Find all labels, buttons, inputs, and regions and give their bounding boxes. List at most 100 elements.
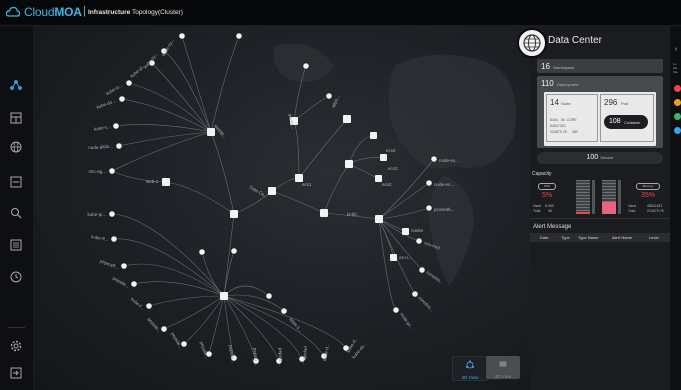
service-pill[interactable]: 100 Service xyxy=(537,152,663,164)
2d-view-button[interactable]: 2D View xyxy=(452,356,488,381)
normal-dot[interactable] xyxy=(674,113,681,120)
settings-icon[interactable] xyxy=(9,339,23,353)
topology-hubs xyxy=(162,115,409,300)
topology-node xyxy=(415,237,423,245)
mem-value: 224679.78 xyxy=(550,130,567,134)
3d-view-button[interactable]: 3D View xyxy=(486,356,520,379)
pod-count: 296 xyxy=(604,98,618,107)
node-card[interactable]: 14 Node 6404 36 CORE 84017320 224679.78 … xyxy=(544,92,656,146)
list-icon[interactable] xyxy=(9,238,23,252)
topology-graph[interactable]: Data Ce... wasdp... web-1 ecs1 docka... … xyxy=(34,26,530,390)
cpu-unit: CORE xyxy=(566,118,577,122)
topology-node xyxy=(230,247,238,255)
data-center-header: Data Center xyxy=(517,26,670,58)
topology-canvas[interactable]: Data Ce... wasdp... web-1 ecs1 docka... … xyxy=(34,26,530,390)
service-label: Service xyxy=(600,155,614,160)
hub-label: os-n... xyxy=(399,255,412,260)
topology-node xyxy=(392,306,400,314)
pod-box[interactable]: 296 Pod 108 Container xyxy=(600,94,654,142)
leaf-label: node-ex... xyxy=(439,158,459,163)
topology-node xyxy=(425,204,433,212)
brand-logo[interactable]: CloudMOA xyxy=(24,5,82,19)
topology-hub xyxy=(268,187,276,195)
logout-icon[interactable] xyxy=(9,366,23,380)
brand-suffix: MOA xyxy=(54,5,82,19)
leaf-label: node-e... xyxy=(88,145,106,150)
topology-node xyxy=(198,248,206,256)
mem-row: 84017320 xyxy=(550,124,566,128)
leaf-label: coredns... xyxy=(417,295,435,313)
hub-label: wasdp... xyxy=(213,123,228,139)
deployment-count: 110 xyxy=(541,79,554,88)
page-title-rest: Topology(Cluster) xyxy=(130,9,183,16)
node-label: Node xyxy=(561,101,571,106)
left-sidebar xyxy=(0,26,34,390)
sidebar-divider xyxy=(8,327,25,328)
page-title: Infrastructure Topology(Cluster) xyxy=(88,9,183,16)
warning-dot[interactable] xyxy=(674,99,681,106)
topology-node xyxy=(145,302,153,310)
cpu-used-label: Used xyxy=(533,204,542,208)
leaf-label: kube-d.. xyxy=(322,344,330,361)
search-icon[interactable] xyxy=(9,206,23,220)
info-dot[interactable] xyxy=(674,127,681,134)
service-count: 100 xyxy=(586,154,599,161)
topology-node xyxy=(110,235,118,243)
alert-divider xyxy=(530,218,670,219)
alert-col-date: Date xyxy=(540,235,549,240)
mem-total-value: 224679.78 xyxy=(647,209,664,213)
deployment-box[interactable]: 110 Deployment 14 Node 6404 36 CORE 8401… xyxy=(537,76,663,148)
topology-node xyxy=(125,79,133,87)
globe-icon[interactable] xyxy=(9,140,23,154)
alert-table-header: Date Type Type Name Alert Name Level xyxy=(530,233,670,242)
window-icon[interactable] xyxy=(9,175,23,189)
topology-node xyxy=(325,92,333,100)
clock-icon[interactable] xyxy=(9,270,23,284)
leaf-label: pepsile... xyxy=(302,346,309,364)
far-right-panel: ‹ Lo Ale Sta xyxy=(670,26,681,390)
topology-hub xyxy=(402,228,409,235)
capacity-title: Capacity xyxy=(532,171,552,177)
container-count: 108 xyxy=(609,118,621,125)
mem-total-label: Total xyxy=(628,209,636,213)
topology-node xyxy=(178,32,186,40)
leaf-label: kube-lo... xyxy=(105,83,124,97)
topology-node xyxy=(108,167,116,175)
topology-node xyxy=(235,32,243,40)
alert-col-alert-name: Alert Name xyxy=(612,235,633,240)
leaf-label: phpmyff... xyxy=(99,259,119,270)
cpu-count: 36 xyxy=(560,118,565,122)
critical-dot[interactable] xyxy=(674,85,681,92)
topology-node xyxy=(418,266,426,274)
leaf-label: pepsile... xyxy=(278,348,283,366)
topology-hub xyxy=(370,132,377,139)
topology-hub xyxy=(345,160,353,168)
leaf-label: node-ex... xyxy=(434,182,454,187)
data-center-panel: Data Center 16 Namespace 110 Deployment … xyxy=(517,26,670,390)
cpu-value: 6404 xyxy=(550,118,558,122)
topology-hub xyxy=(380,154,387,161)
container-label: Container xyxy=(624,120,641,125)
cpu-total-value: 36 xyxy=(548,209,552,213)
topology-node xyxy=(425,179,433,187)
topology-nodes xyxy=(108,32,438,365)
globe-icon xyxy=(517,28,547,58)
topology-hub xyxy=(230,210,238,218)
center-label: Data Ce... xyxy=(249,185,269,199)
memory-percent: 35% xyxy=(641,192,656,199)
topology-node xyxy=(130,280,138,288)
topology-node xyxy=(265,292,273,300)
namespace-box[interactable]: 16 Namespace xyxy=(537,59,663,73)
cpu-used-value: 6,069 xyxy=(545,204,554,208)
leaf-label: pepsile... xyxy=(170,331,183,349)
collapse-arrow-icon[interactable]: ‹ xyxy=(675,46,677,53)
topology-icon[interactable] xyxy=(9,78,23,92)
leaf-label: kube-c.. xyxy=(94,124,111,132)
alert-title: Alert Message xyxy=(533,224,572,230)
container-pill[interactable]: 108 Container xyxy=(604,115,648,129)
dashboard-icon[interactable] xyxy=(9,111,23,125)
topology-hub xyxy=(220,292,228,300)
hub-label: ecs2 xyxy=(388,166,398,171)
topology-hub xyxy=(207,128,215,136)
node-box[interactable]: 14 Node 6404 36 CORE 84017320 224679.78 … xyxy=(546,94,598,142)
